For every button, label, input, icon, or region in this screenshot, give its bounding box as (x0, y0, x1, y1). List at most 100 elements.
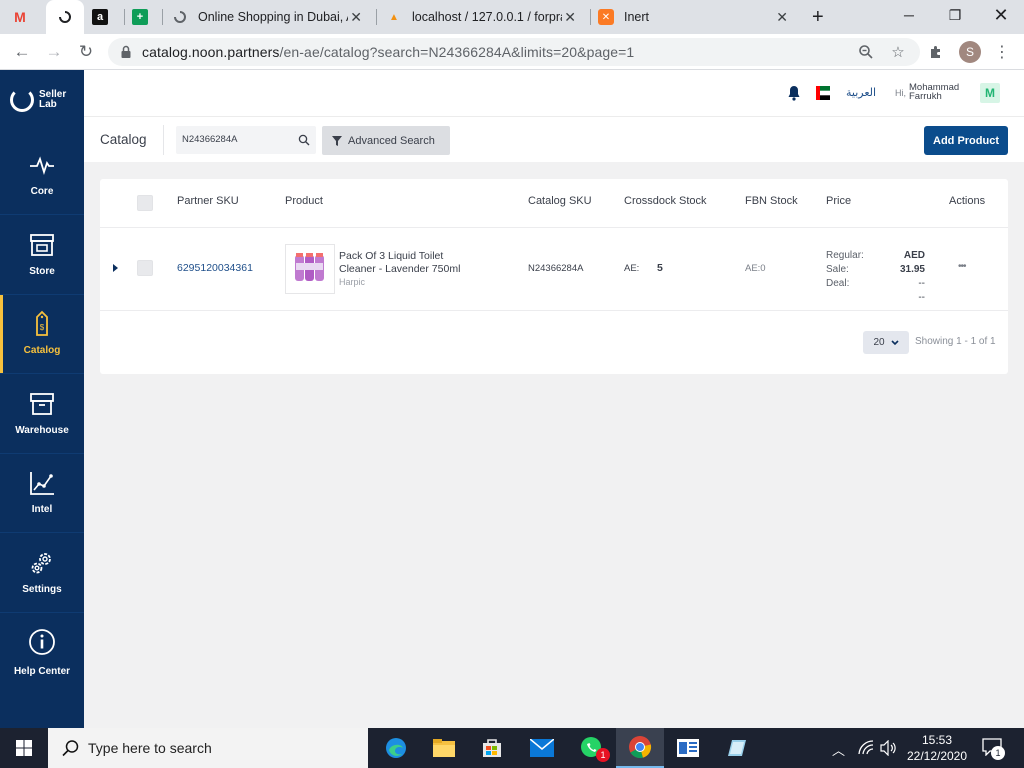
taskbar-clock[interactable]: 15:53 22/12/2020 (904, 732, 970, 764)
select-all-checkbox[interactable] (137, 195, 153, 211)
sidebar-item-store[interactable]: Store (0, 216, 84, 294)
column-header-partner-sku[interactable]: Partner SKU (177, 195, 239, 207)
sidebar-item-catalog[interactable]: $ Catalog (0, 295, 84, 373)
row-divider (100, 310, 1008, 311)
restore-icon: ❐ (948, 6, 962, 23)
taskbar-search-box[interactable]: Type here to search (48, 728, 368, 768)
reload-button[interactable]: ↻ (74, 40, 98, 64)
bell-icon[interactable] (787, 85, 801, 101)
notes-taskbar-icon[interactable] (712, 728, 760, 768)
column-header-catalog-sku[interactable]: Catalog SKU (528, 195, 592, 207)
tab-sheets[interactable]: + (132, 0, 158, 34)
column-header-price[interactable]: Price (826, 195, 851, 207)
edge-taskbar-icon[interactable] (372, 728, 420, 768)
price-values[interactable]: AED 31.95 -- -- (878, 249, 925, 305)
column-header-fbn-stock[interactable]: FBN Stock (745, 195, 798, 207)
tab-noon-active[interactable] (46, 0, 84, 34)
expand-row-icon[interactable] (113, 264, 118, 272)
tab-title: Online Shopping in Dubai, A (198, 10, 348, 24)
close-tab-icon[interactable]: ✕ (350, 9, 362, 26)
sidebar-item-label: Warehouse (15, 425, 69, 436)
start-button[interactable] (0, 728, 48, 768)
crossdock-country: AE: (624, 263, 640, 274)
mail-taskbar-icon[interactable] (518, 728, 566, 768)
tab-separator (162, 9, 163, 25)
column-header-product[interactable]: Product (285, 195, 323, 207)
page-size-value: 20 (873, 337, 885, 348)
close-tab-icon[interactable]: ✕ (776, 9, 788, 26)
store-taskbar-icon[interactable] (468, 728, 516, 768)
header-divider (100, 227, 1008, 228)
search-icon[interactable] (298, 134, 310, 146)
product-name-line2: Cleaner - Lavender 750ml (339, 263, 461, 275)
extensions-puzzle-icon[interactable] (926, 42, 946, 62)
chrome-taskbar-icon[interactable] (616, 728, 664, 768)
action-center-icon[interactable]: 1 (982, 738, 1005, 761)
uae-flag-icon[interactable] (816, 86, 830, 100)
address-bar[interactable]: catalog.noon.partners/en-ae/catalog?sear… (108, 38, 920, 66)
tab-title: Inert (624, 10, 650, 24)
seller-lab-logo[interactable]: Seller Lab (10, 88, 66, 112)
search-input-value: N24366284A (182, 134, 238, 145)
info-icon (29, 629, 55, 655)
minimize-icon: ─ (904, 7, 914, 23)
user-name[interactable]: Mohammad Farrukh (909, 83, 959, 102)
filter-icon (332, 135, 342, 146)
forward-button[interactable]: → (42, 40, 66, 64)
sidebar-item-label: Core (30, 186, 54, 197)
price-regular-label: Regular: (826, 250, 864, 261)
clock-date: 22/12/2020 (906, 749, 968, 763)
lock-icon (121, 45, 131, 58)
minimize-button[interactable]: ─ (886, 0, 932, 30)
app-taskbar-icon[interactable] (664, 728, 712, 768)
url-text: catalog.noon.partners/en-ae/catalog?sear… (142, 44, 634, 60)
bookmark-star-icon[interactable]: ☆ (888, 42, 908, 62)
windows-taskbar: Type here to search 1 ︿ 15:53 22/12/2020… (0, 728, 1024, 768)
network-icon[interactable] (858, 740, 874, 761)
back-button[interactable]: ← (10, 40, 34, 64)
zoom-icon[interactable] (856, 42, 876, 62)
close-tab-icon[interactable]: ✕ (564, 9, 576, 26)
pulse-icon (30, 156, 54, 175)
catalog-search-input[interactable]: N24366284A (176, 126, 316, 154)
tab-gmail[interactable]: M (12, 0, 42, 34)
catalog-toolbar: Catalog N24366284A Advanced Search Add P… (84, 116, 1024, 162)
add-product-button[interactable]: Add Product (924, 126, 1008, 155)
language-switch[interactable]: العربية (846, 86, 876, 99)
svg-text:$: $ (40, 323, 45, 332)
product-name[interactable]: Pack Of 3 Liquid Toilet Cleaner - Lavend… (339, 250, 460, 276)
sidebar-item-help-center[interactable]: Help Center (0, 613, 84, 691)
file-explorer-taskbar-icon[interactable] (420, 728, 468, 768)
row-checkbox[interactable] (137, 260, 153, 276)
tab-inert[interactable]: ✕ Inert ✕ (598, 0, 798, 34)
url-host: catalog.noon.partners (142, 44, 280, 60)
sidebar-item-core[interactable]: Core (0, 136, 84, 214)
whatsapp-taskbar-icon[interactable]: 1 (568, 728, 616, 768)
profile-avatar[interactable]: S (959, 41, 981, 63)
page-size-select[interactable]: 20 (863, 331, 909, 354)
advanced-search-button[interactable]: Advanced Search (322, 126, 450, 155)
restore-button[interactable]: ❐ (932, 0, 978, 30)
row-actions-menu[interactable]: ••• (958, 261, 966, 272)
tab-phpmyadmin[interactable]: ▲ localhost / 127.0.0.1 / forpra ✕ (386, 0, 586, 34)
sidebar-item-intel[interactable]: Intel (0, 454, 84, 532)
sidebar-item-settings[interactable]: Settings (0, 534, 84, 612)
chevron-up-icon: ︿ (832, 743, 846, 758)
product-thumbnail[interactable] (285, 244, 335, 294)
crossdock-stock-value[interactable]: 5 (657, 262, 663, 274)
tab-amazon[interactable]: a (92, 0, 118, 34)
search-icon (62, 740, 79, 757)
show-hidden-icons[interactable]: ︿ (832, 740, 845, 759)
partner-sku-link[interactable]: 6295120034361 (177, 262, 253, 274)
volume-icon[interactable] (880, 739, 898, 761)
menu-kebab-icon[interactable]: ⋮ (992, 42, 1012, 62)
new-tab-button[interactable]: + (812, 0, 836, 34)
store-icon (30, 234, 54, 256)
sheets-icon: + (132, 9, 148, 25)
sidebar-item-warehouse[interactable]: Warehouse (0, 375, 84, 453)
column-header-crossdock-stock[interactable]: Crossdock Stock (624, 195, 707, 207)
user-avatar[interactable]: M (980, 83, 1000, 103)
top-header: العربية Hi, Mohammad Farrukh M (84, 70, 1024, 116)
close-window-button[interactable]: ✕ (978, 0, 1024, 30)
tab-online-shopping[interactable]: Online Shopping in Dubai, A ✕ (172, 0, 372, 34)
